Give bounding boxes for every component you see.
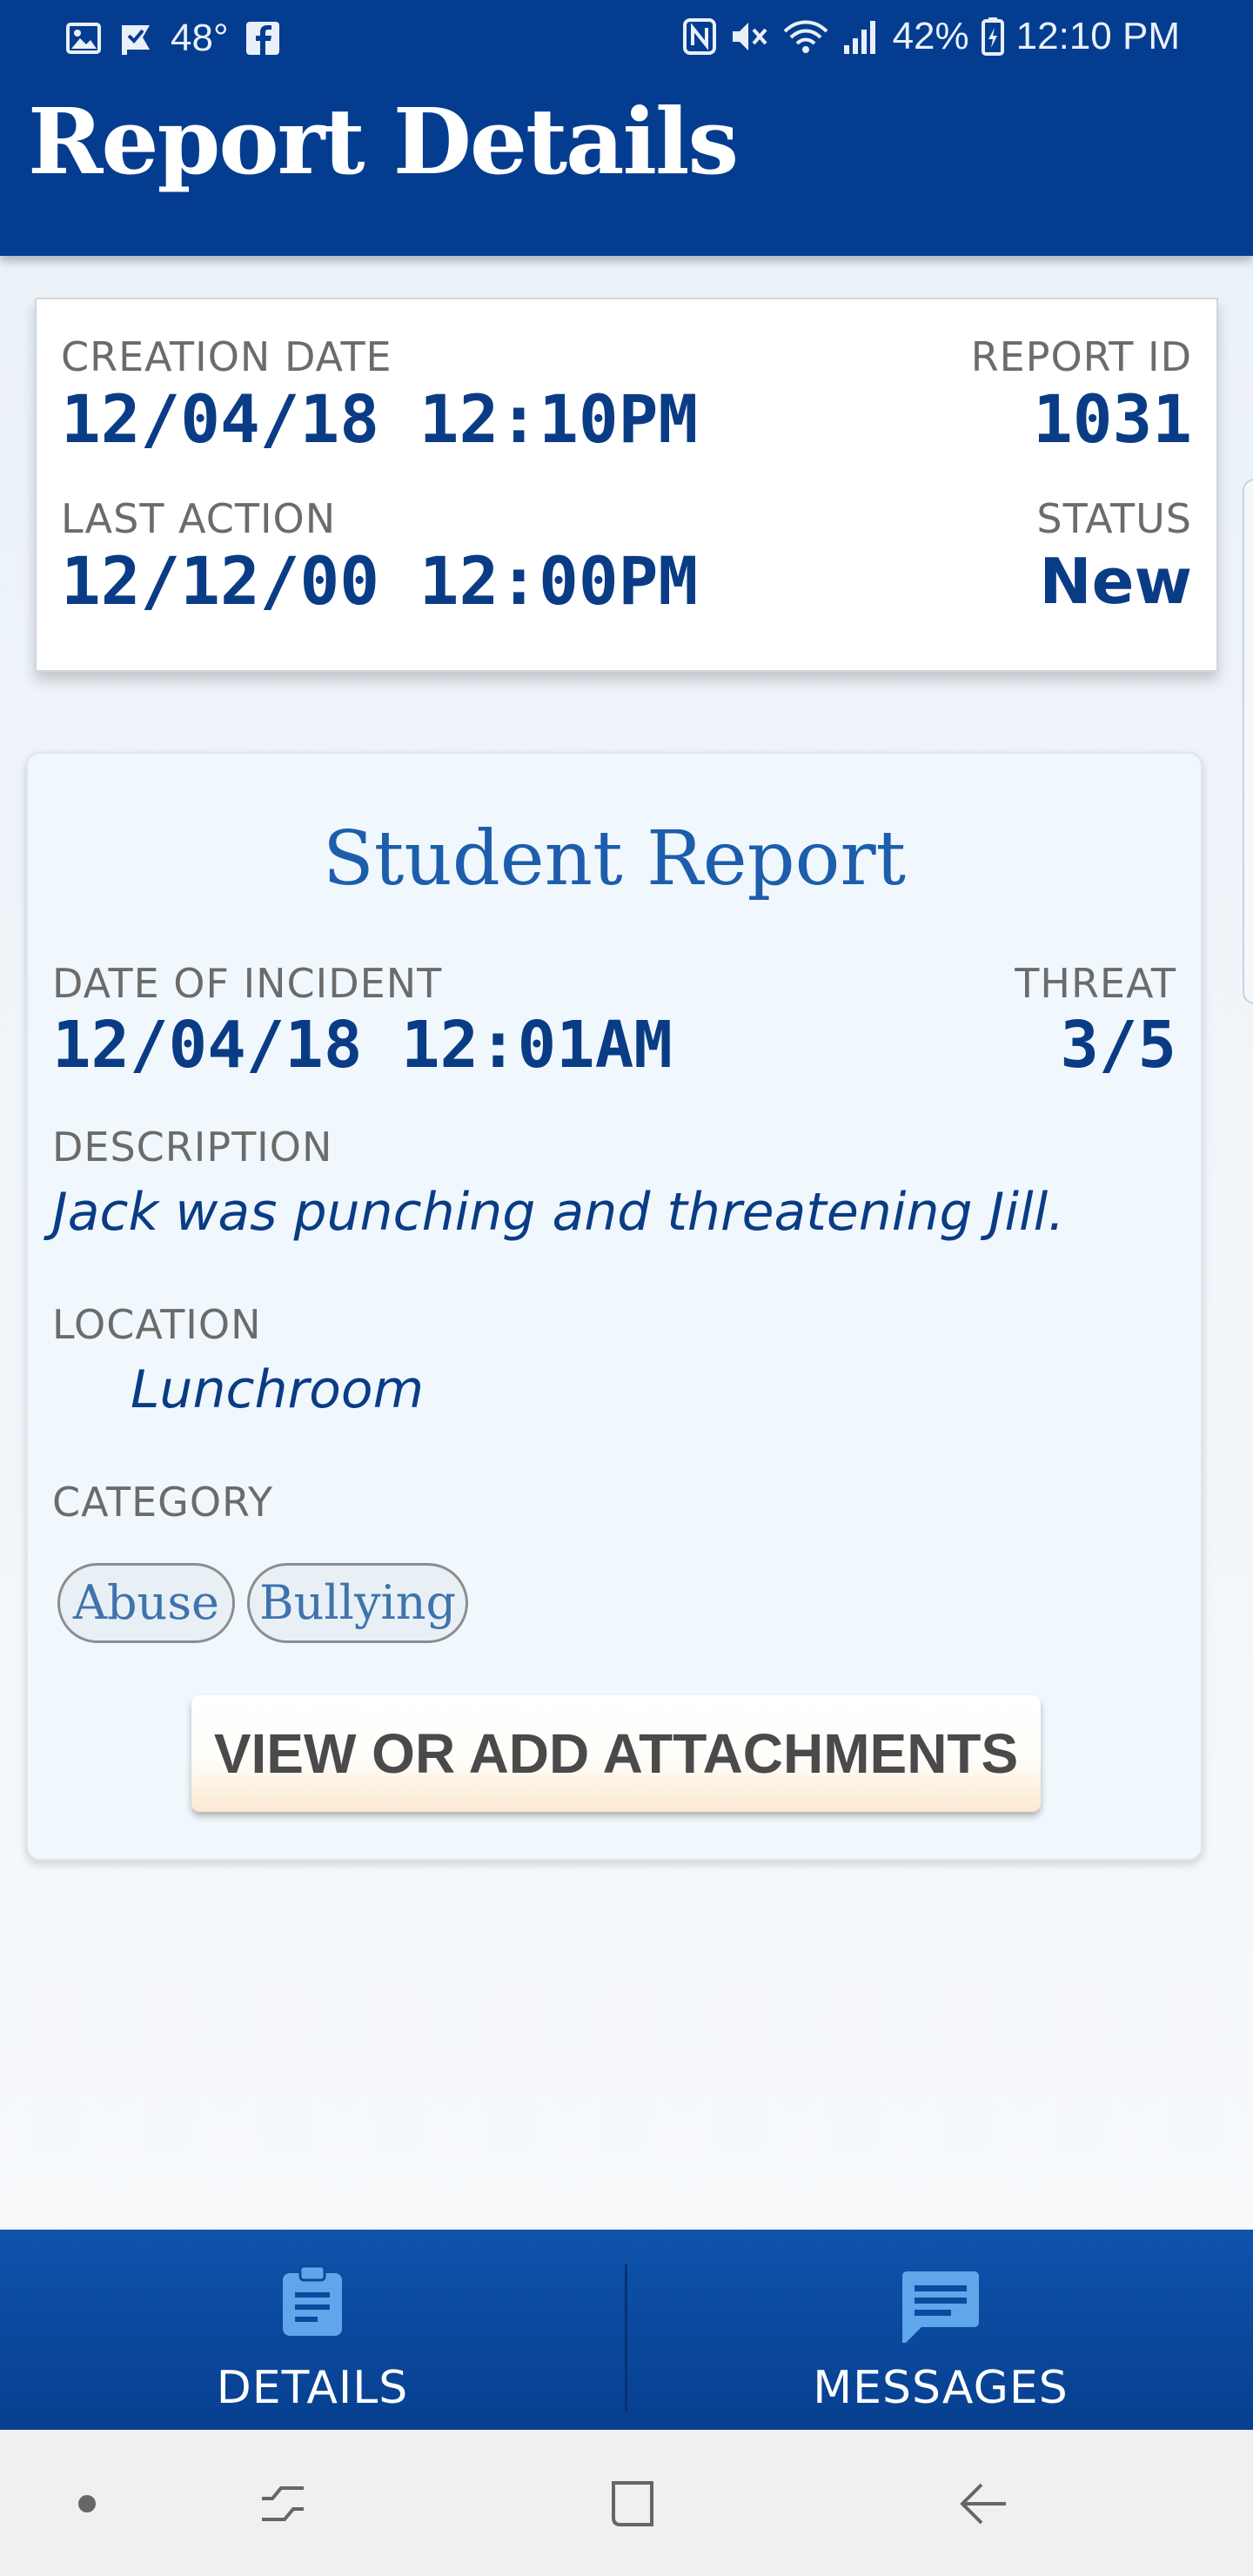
creation-date-block: CREATION DATE 12/04/18 12:10PM: [61, 332, 698, 458]
creation-date-value: 12/04/18 12:10PM: [61, 380, 699, 458]
report-summary-card: CREATION DATE 12/04/18 12:10PM REPORT ID…: [35, 298, 1218, 672]
status-right: 42% 12:10 PM: [682, 12, 1180, 61]
page-title: Report Details: [28, 88, 739, 195]
nav-divider: [625, 2264, 627, 2412]
gallery-icon: [66, 23, 101, 54]
battery-icon: [981, 17, 1004, 56]
status-label: STATUS: [1036, 495, 1192, 542]
description-label: DESCRIPTION: [52, 1124, 333, 1171]
category-chip-bullying[interactable]: Bullying: [247, 1563, 468, 1643]
location-value: Lunchroom: [131, 1359, 425, 1420]
status-value: New: [1039, 545, 1192, 618]
nfc-icon: [682, 17, 717, 56]
flag-check-icon: [118, 22, 153, 55]
description-value: Jack was punching and threatening Jill.: [52, 1182, 1065, 1243]
tab-details[interactable]: DETAILS: [0, 2230, 625, 2430]
status-bar: 48° 42% 12:10 PM: [0, 0, 1253, 75]
threat-block: THREAT 3/5: [1015, 959, 1176, 1083]
temperature: 48°: [171, 17, 229, 59]
home-icon[interactable]: [585, 2456, 680, 2552]
report-id-block: REPORT ID 1031: [971, 332, 1192, 458]
tab-details-label: DETAILS: [216, 2362, 409, 2414]
category-block: CATEGORY: [52, 1478, 273, 1526]
dot-icon[interactable]: [39, 2456, 135, 2552]
report-id-value: 1031: [1032, 380, 1192, 458]
view-add-attachments-button[interactable]: VIEW OR ADD ATTACHMENTS: [191, 1695, 1041, 1812]
card-title: Student Report: [322, 815, 907, 902]
recent-apps-icon[interactable]: [235, 2456, 331, 2552]
creation-date-label: CREATION DATE: [61, 333, 392, 380]
tab-messages[interactable]: MESSAGES: [628, 2230, 1253, 2430]
status-left: 48°: [66, 14, 279, 63]
last-action-value: 12/12/00 12:00PM: [61, 542, 699, 620]
clock: 12:10 PM: [1015, 15, 1180, 57]
location-block: LOCATION Lunchroom: [52, 1300, 424, 1422]
bottom-navigation: DETAILS MESSAGES: [0, 2230, 1253, 2430]
threat-value: 3/5: [1060, 1008, 1176, 1083]
status-block: STATUS New: [1036, 494, 1192, 620]
incident-date-label: DATE OF INCIDENT: [52, 960, 443, 1007]
app-header: 48° 42% 12:10 PM Report Details: [0, 0, 1253, 256]
last-action-block: LAST ACTION 12/12/00 12:00PM: [61, 494, 698, 620]
report-id-label: REPORT ID: [970, 333, 1192, 380]
clipboard-icon: [278, 2264, 347, 2342]
category-label: CATEGORY: [52, 1479, 274, 1526]
last-action-label: LAST ACTION: [61, 495, 337, 542]
threat-label: THREAT: [1015, 960, 1176, 1007]
student-report-card: Student Report DATE OF INCIDENT 12/04/18…: [26, 752, 1203, 1861]
tab-messages-label: MESSAGES: [813, 2362, 1069, 2414]
battery-percent: 42%: [892, 15, 969, 57]
wifi-icon: [781, 17, 830, 56]
message-icon: [899, 2264, 982, 2352]
incident-date-block: DATE OF INCIDENT 12/04/18 12:01AM: [52, 959, 673, 1083]
incident-date-value: 12/04/18 12:01AM: [52, 1008, 673, 1083]
mute-icon: [729, 17, 769, 56]
signal-icon: [842, 17, 881, 56]
facebook-icon: [245, 22, 279, 55]
back-icon[interactable]: [935, 2456, 1031, 2552]
location-label: LOCATION: [52, 1301, 262, 1348]
next-card-edge[interactable]: [1243, 479, 1253, 1004]
android-system-nav: [0, 2430, 1253, 2576]
description-block: DESCRIPTION Jack was punching and threat…: [52, 1123, 1064, 1244]
category-chip-abuse[interactable]: Abuse: [57, 1563, 235, 1643]
